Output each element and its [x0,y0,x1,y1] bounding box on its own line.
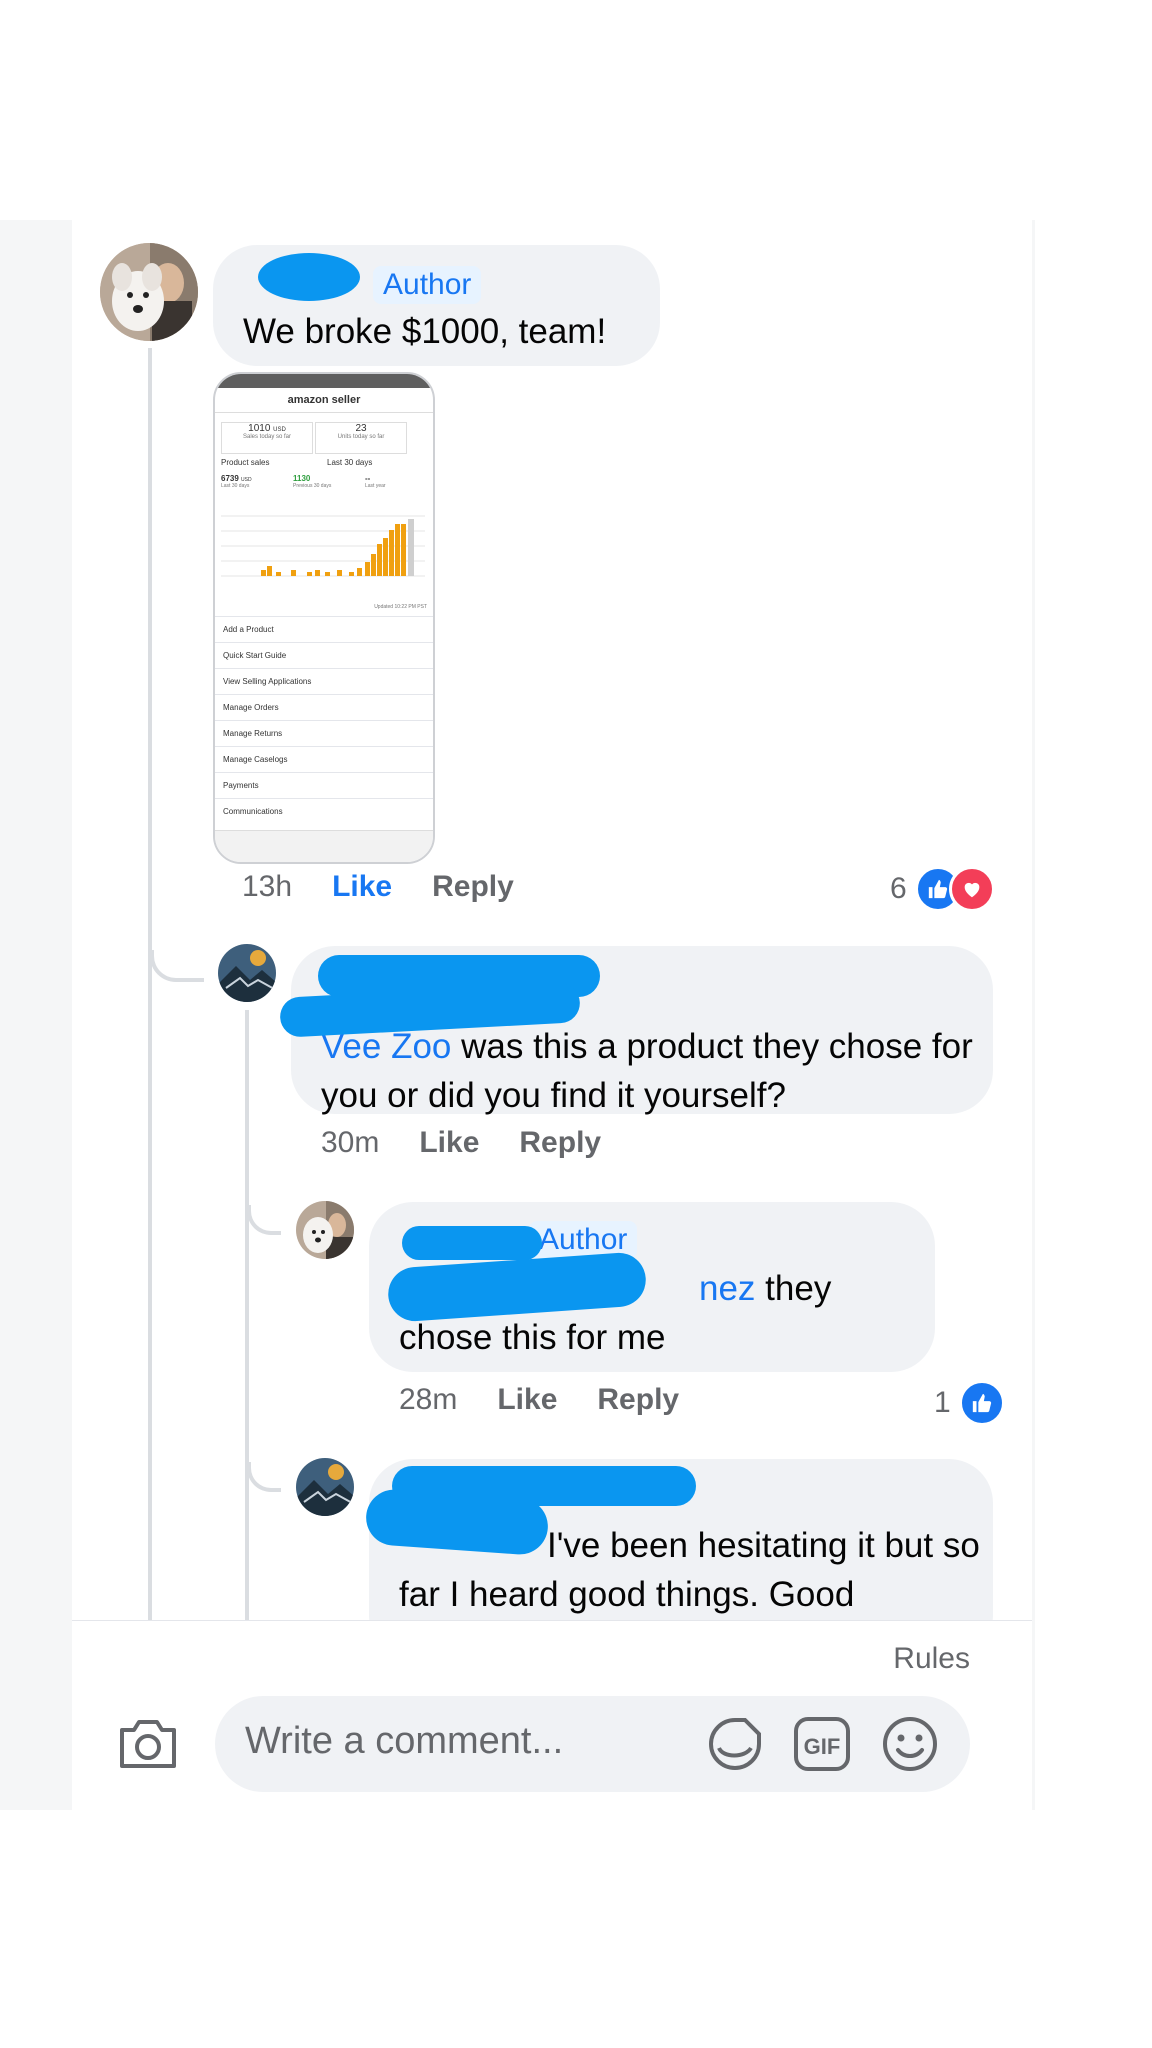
svg-text:GIF: GIF [804,1734,841,1759]
love-reaction-icon [948,866,995,912]
timestamp: 13h [242,870,293,903]
previous-sales: 1130 Previous 30 days [293,474,331,489]
dog-avatar-icon [100,243,198,341]
avatar[interactable] [218,944,276,1002]
menu-row: Communications [215,798,433,824]
stat-sales-unit: USD [273,427,286,433]
reply-button[interactable]: Reply [432,870,514,904]
sales-bar-chart [221,515,425,577]
rules-link[interactable]: Rules [893,1642,970,1676]
menu-row: View Selling Applications [215,668,433,694]
stat-sales-label: Sales today so far [242,434,292,440]
gif-icon[interactable]: GIF [793,1716,851,1772]
redaction-mark [258,253,360,301]
stat-units-value: 23 [355,423,367,434]
like-reaction-icon [958,1380,1005,1426]
comment-actions: 13h Like Reply [242,870,554,904]
mention-link[interactable]: nez [699,1269,755,1308]
like-button[interactable]: Like [419,1126,479,1160]
total-sales-value: 6739 [221,474,239,483]
attached-screenshot[interactable]: amazon seller 1010 USD Sales today so fa… [213,372,435,864]
menu-row: Manage Orders [215,694,433,720]
thread-line-main [148,348,152,1620]
comment-text: We broke $1000, team! [243,312,607,351]
like-button[interactable]: Like [497,1383,557,1417]
menu-row: Quick Start Guide [215,642,433,668]
author-badge: Author [373,266,482,304]
menu-row: Payments [215,772,433,798]
avatar[interactable] [296,1458,354,1516]
stat-card-units: 23 Units today so far [315,422,407,454]
reaction-count: 6 [890,872,907,905]
avatar[interactable] [100,243,198,341]
comment-input-placeholder: Write a comment... [245,1720,564,1762]
total-sales: 6739 USD Last 30 days [221,474,252,489]
app-title: amazon seller [287,394,361,406]
redaction-mark [402,1226,542,1260]
timestamp: 30m [321,1126,380,1159]
timestamp: 28m [399,1383,458,1416]
total-sales-label: Last 30 days [221,483,250,489]
thread-line-sub [245,1010,249,1620]
sticker-icon[interactable] [705,1714,765,1774]
menu-row: Manage Caselogs [215,746,433,772]
phone-nav-bar [215,830,433,862]
amazon-seller-header: amazon seller [215,388,433,413]
comment-text: Vee Zoo was this a product they chose fo… [321,1022,981,1120]
reaction-summary[interactable]: 1 [934,1380,1005,1426]
avatar[interactable] [296,1201,354,1259]
landscape-avatar-icon [218,944,276,1002]
comment-actions: 30m Like Reply [321,1126,641,1160]
reply-button[interactable]: Reply [597,1383,679,1417]
updated-time: Updated 10:22 PM PST [374,604,427,610]
reaction-count: 1 [934,1386,951,1419]
reaction-summary[interactable]: 6 [890,866,995,912]
stat-units-label: Units today so far [337,434,385,440]
comment-input[interactable]: Write a comment... GIF [215,1696,970,1792]
last-year-value: -- [365,474,371,483]
reply-button[interactable]: Reply [519,1126,601,1160]
previous-sales-label: Previous 30 days [293,483,332,489]
emoji-icon[interactable] [880,1714,940,1774]
dog-avatar-icon [296,1201,354,1259]
status-bar [215,374,433,388]
last-year-label: Last year [365,483,386,489]
stat-sales-value: 1010 [248,423,271,434]
filter-date-range: Last 30 days [327,458,373,467]
stat-card-sales: 1010 USD Sales today so far [221,422,313,454]
comment-actions: 28m Like Reply [399,1383,719,1417]
previous-sales-value: 1130 [293,474,311,483]
filter-product-sales: Product sales [221,458,270,467]
menu-row: Manage Returns [215,720,433,746]
menu-row: Add a Product [215,616,433,642]
last-year-sales: -- Last year [365,474,386,489]
camera-icon[interactable] [116,1712,180,1776]
landscape-avatar-icon [296,1458,354,1516]
like-button[interactable]: Like [332,870,392,904]
